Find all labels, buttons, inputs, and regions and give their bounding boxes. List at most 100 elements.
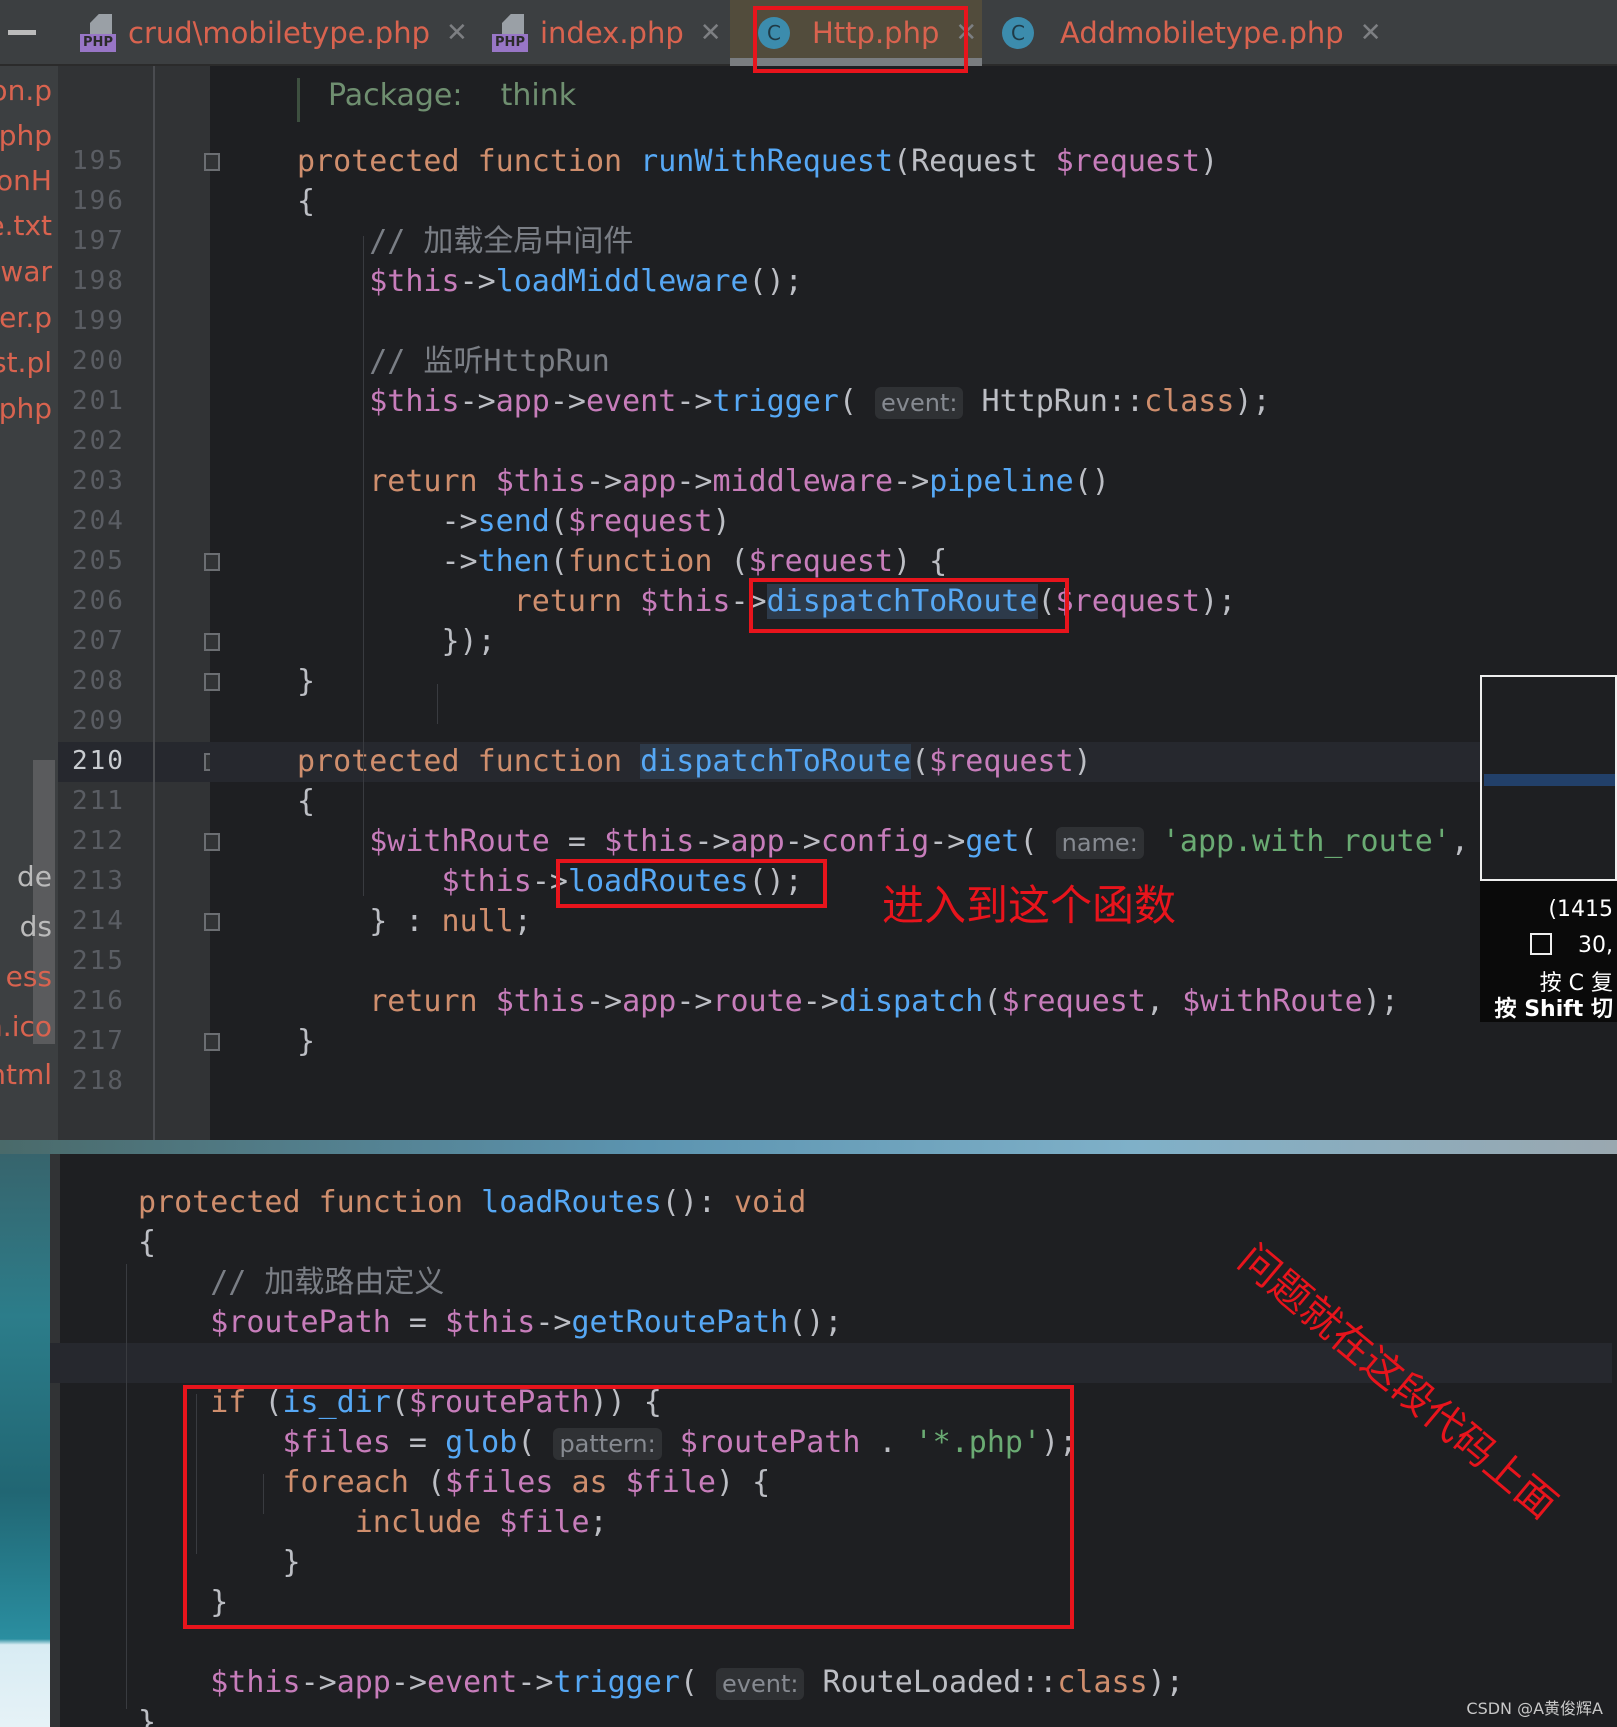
code-token: // 监听HttpRun <box>297 344 610 379</box>
code-token: send <box>477 504 550 539</box>
code-token: ); <box>1234 384 1271 419</box>
code-token: -> <box>390 1665 427 1700</box>
code-line[interactable]: $withRoute = $this->app->config->get( na… <box>210 822 1617 862</box>
line-number: 218 <box>72 1066 125 1096</box>
code-line[interactable]: ->send($request) <box>210 502 1617 542</box>
code-token: middleware <box>712 464 894 499</box>
close-icon[interactable]: ✕ <box>1360 18 1382 48</box>
sidebar-file-item[interactable]: de <box>17 860 52 893</box>
tab-label: crud\mobiletype.php <box>128 16 430 50</box>
sidebar-file-item[interactable]: html <box>0 1058 52 1091</box>
code-token: RouteLoaded:: <box>804 1665 1058 1700</box>
code-line[interactable]: $this->app->event->trigger( event: Route… <box>50 1663 1612 1703</box>
code-line[interactable]: protected function runWithRequest(Reques… <box>210 142 1617 182</box>
code-token: return <box>297 464 496 499</box>
code-token: event <box>427 1665 518 1700</box>
code-token: $withRoute <box>297 824 550 859</box>
sidebar-file-item[interactable]: n.ico <box>0 1010 52 1043</box>
code-token: -> <box>459 384 496 419</box>
sidebar-file-item[interactable]: est.pl <box>0 346 52 379</box>
code-token: (); <box>748 264 803 299</box>
sidebar-file-item[interactable]: ion.p <box>0 74 52 107</box>
annotation-box-loadroutes <box>556 859 827 908</box>
code-line[interactable]: return $this->app->middleware->pipeline(… <box>210 462 1617 502</box>
code-token: runWithRequest <box>640 144 894 179</box>
close-icon[interactable]: ✕ <box>700 18 722 48</box>
code-line[interactable]: { <box>50 1223 1612 1263</box>
sidebar-file-item[interactable]: der.p <box>0 301 52 334</box>
screenshot-tool-overlay: (1415 30, 按 C 复 按 Shift 切 <box>1480 675 1617 1022</box>
code-line[interactable]: // 监听HttpRun <box>210 342 1617 382</box>
sidebar-file-item[interactable]: e.php <box>0 392 52 425</box>
code-line[interactable]: { <box>210 182 1617 222</box>
tab-label: Addmobiletype.php <box>1060 16 1344 50</box>
code-line[interactable] <box>210 942 1617 982</box>
code-token: loadMiddleware <box>495 264 749 299</box>
code-line[interactable]: protected function loadRoutes(): void <box>50 1183 1612 1223</box>
line-number: 208 <box>72 666 125 696</box>
minimize-icon[interactable] <box>8 30 36 35</box>
line-number: 212 <box>72 826 125 856</box>
code-line[interactable] <box>210 302 1617 342</box>
parameter-hint: event: <box>716 1667 805 1700</box>
code-line[interactable]: } <box>210 1022 1617 1062</box>
code-line[interactable]: $this->app->event->trigger( event: HttpR… <box>210 382 1617 422</box>
code-line[interactable] <box>210 422 1617 462</box>
color-readout: 30, <box>1578 933 1613 958</box>
line-number: 203 <box>72 466 125 496</box>
package-doc: Package: think <box>297 78 576 122</box>
code-line[interactable]: ->then(function ($request) { <box>210 542 1617 582</box>
sidebar-scrollbar[interactable] <box>33 760 55 1044</box>
code-token: HttpRun:: <box>963 384 1145 419</box>
code-token: app <box>730 824 785 859</box>
code-line[interactable]: // 加载路由定义 <box>50 1263 1612 1303</box>
code-line[interactable]: return $this->app->route->dispatch($requ… <box>210 982 1617 1022</box>
code-token: app <box>622 984 677 1019</box>
close-icon[interactable]: ✕ <box>446 18 468 48</box>
sidebar-file-item[interactable]: ds <box>20 910 52 943</box>
code-token: } : <box>297 904 442 939</box>
code-token: class <box>1057 1665 1148 1700</box>
code-token: app <box>495 384 550 419</box>
code-line[interactable] <box>210 1062 1617 1102</box>
indent-guide <box>363 676 364 896</box>
tab-index[interactable]: PHP index.php ✕ <box>492 0 722 66</box>
code-token: $this <box>297 384 460 419</box>
code-token: $this <box>138 1665 301 1700</box>
code-token: -> <box>535 1305 572 1340</box>
code-token: protected function <box>138 1185 482 1220</box>
code-line[interactable]: protected function dispatchToRoute($requ… <box>210 742 1617 782</box>
code-token: = <box>549 824 605 859</box>
coords-readout: (1415 <box>1548 897 1613 922</box>
tab-crud-mobiletype[interactable]: PHP crud\mobiletype.php ✕ <box>80 0 468 66</box>
sidebar-file-item[interactable]: ewar <box>0 255 52 288</box>
sidebar-file-item[interactable]: tionH <box>0 164 52 197</box>
sidebar-file-item[interactable]: ess <box>6 960 52 993</box>
code-token: $withRoute <box>1182 984 1363 1019</box>
shift-hint: 按 Shift 切 <box>1494 997 1613 1022</box>
code-token: ( <box>1019 824 1056 859</box>
code-token: -> <box>676 984 713 1019</box>
code-token: $this <box>495 984 586 1019</box>
sidebar-file-item[interactable]: php <box>0 119 52 152</box>
code-token: (): <box>661 1185 735 1220</box>
code-token: $request <box>1055 584 1201 619</box>
code-token: = <box>390 1305 446 1340</box>
code-line[interactable]: } <box>50 1703 1612 1727</box>
code-line[interactable]: $this->loadMiddleware(); <box>210 262 1617 302</box>
code-token: -> <box>929 824 966 859</box>
line-number: 210 <box>72 746 125 776</box>
code-line[interactable] <box>210 702 1617 742</box>
code-line[interactable]: // 加载全局中间件 <box>210 222 1617 262</box>
magnifier <box>1480 675 1617 881</box>
code-token: ( <box>911 744 930 779</box>
code-line[interactable]: { <box>210 782 1617 822</box>
tab-addmobiletype[interactable]: C Addmobiletype.php ✕ <box>1002 0 1382 66</box>
code-line[interactable]: } <box>210 662 1617 702</box>
code-token: { <box>297 784 316 819</box>
gutter-divider <box>153 66 155 1150</box>
sidebar-file-item[interactable]: e.txt <box>0 209 52 242</box>
line-number: 207 <box>72 626 125 656</box>
code-line[interactable] <box>50 1623 1612 1663</box>
